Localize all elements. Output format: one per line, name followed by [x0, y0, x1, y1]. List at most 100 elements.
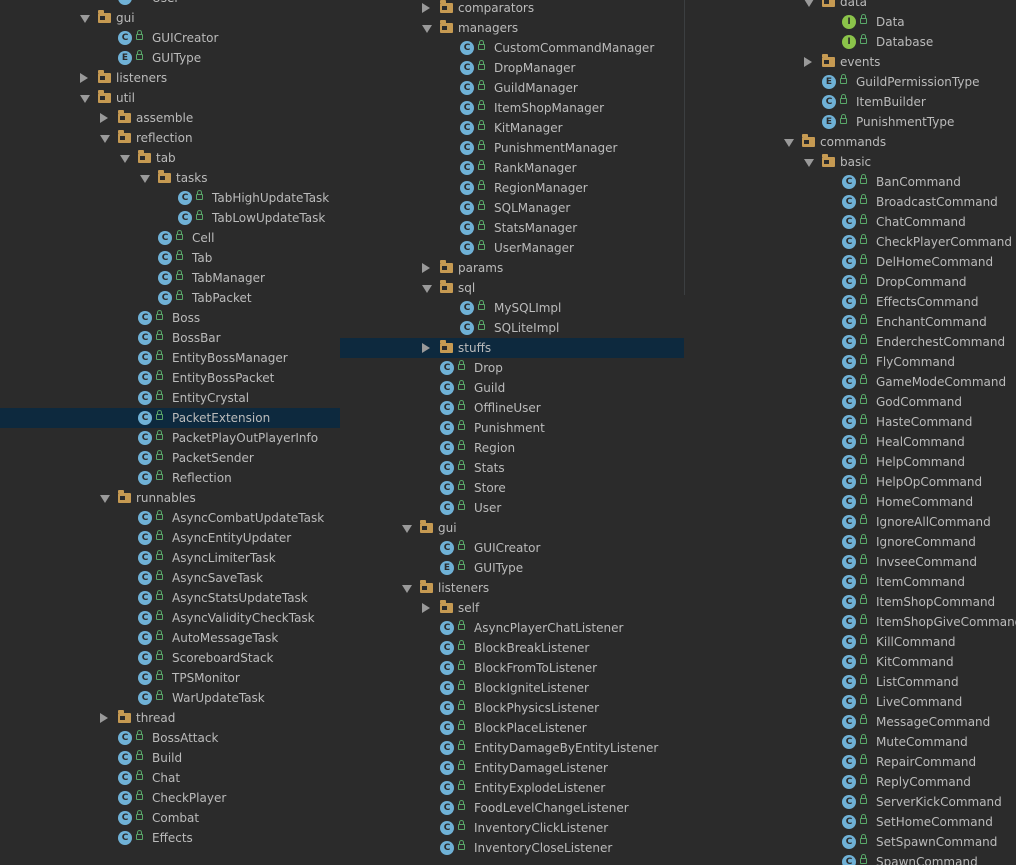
tree-folder-row[interactable]: listeners: [0, 68, 340, 88]
tree-file-row[interactable]: C AsyncPlayerChatListener: [340, 618, 684, 638]
tree-file-row[interactable]: C ItemShopCommand: [684, 592, 1016, 612]
tree-folder-row[interactable]: reflection: [0, 128, 340, 148]
tree-file-row[interactable]: C AsyncValidityCheckTask: [0, 608, 340, 628]
tree-folder-row[interactable]: runnables: [0, 488, 340, 508]
tree-file-row[interactable]: C TabLowUpdateTask: [0, 208, 340, 228]
tree-file-row[interactable]: C User: [340, 498, 684, 518]
chevron-down-icon[interactable]: [120, 155, 130, 163]
tree-file-row[interactable]: C Punishment: [340, 418, 684, 438]
tree-file-row[interactable]: C FoodLevelChangeListener: [340, 798, 684, 818]
tree-file-row[interactable]: C GuildManager: [340, 78, 684, 98]
tree-file-row[interactable]: C ItemCommand: [684, 572, 1016, 592]
tree-file-row[interactable]: C HealCommand: [684, 432, 1016, 452]
tree-file-row[interactable]: C PunishmentManager: [340, 138, 684, 158]
tree-file-row[interactable]: E GUIType: [340, 558, 684, 578]
tree-file-row[interactable]: I Database: [684, 32, 1016, 52]
tree-file-row[interactable]: C BossAttack: [0, 728, 340, 748]
chevron-right-icon[interactable]: [80, 73, 88, 83]
chevron-down-icon[interactable]: [100, 135, 110, 143]
tree-file-row[interactable]: C EffectsCommand: [684, 292, 1016, 312]
tree-file-row[interactable]: C FlyCommand: [684, 352, 1016, 372]
tree-file-row[interactable]: C DropManager: [340, 58, 684, 78]
tree-file-row[interactable]: C ChatCommand: [684, 212, 1016, 232]
tree-file-row[interactable]: C ScoreboardStack: [0, 648, 340, 668]
tree-file-row[interactable]: C BlockFromToListener: [340, 658, 684, 678]
tree-file-row[interactable]: C LiveCommand: [684, 692, 1016, 712]
tree-file-row[interactable]: C AsyncStatsUpdateTask: [0, 588, 340, 608]
tree-file-row[interactable]: C MuteCommand: [684, 732, 1016, 752]
tree-file-row[interactable]: C BlockPlaceListener: [340, 718, 684, 738]
tree-file-row[interactable]: C GUICreator: [0, 28, 340, 48]
tree-file-row[interactable]: C GUICreator: [340, 538, 684, 558]
tree-file-row[interactable]: C Boss: [0, 308, 340, 328]
tree-file-row[interactable]: C AutoMessageTask: [0, 628, 340, 648]
tree-file-row[interactable]: C DropCommand: [684, 272, 1016, 292]
tree-file-row[interactable]: C EntityBossPacket: [0, 368, 340, 388]
tree-file-row[interactable]: C BroadcastCommand: [684, 192, 1016, 212]
tree-file-row[interactable]: C TabPacket: [0, 288, 340, 308]
tree-file-row[interactable]: C TabManager: [0, 268, 340, 288]
tree-file-row[interactable]: C Guild: [340, 378, 684, 398]
chevron-down-icon[interactable]: [80, 95, 90, 103]
tree-folder-row[interactable]: params: [340, 258, 684, 278]
tree-file-row[interactable]: E PunishmentType: [684, 112, 1016, 132]
chevron-right-icon[interactable]: [422, 3, 430, 13]
tree-file-row[interactable]: C SetHomeCommand: [684, 812, 1016, 832]
tree-folder-row[interactable]: thread: [0, 708, 340, 728]
tree-file-row[interactable]: C SQLManager: [340, 198, 684, 218]
chevron-down-icon[interactable]: [402, 585, 412, 593]
chevron-down-icon[interactable]: [422, 25, 432, 33]
tree-file-row[interactable]: I Data: [684, 12, 1016, 32]
chevron-down-icon[interactable]: [804, 0, 814, 7]
tree-file-row[interactable]: C BlockPhysicsListener: [340, 698, 684, 718]
chevron-right-icon[interactable]: [100, 113, 108, 123]
tree-folder-row[interactable]: util: [0, 88, 340, 108]
tree-file-row[interactable]: C RankManager: [340, 158, 684, 178]
tree-file-row[interactable]: C AsyncSaveTask: [0, 568, 340, 588]
tree-file-row[interactable]: C IgnoreCommand: [684, 532, 1016, 552]
tree-file-row[interactable]: C RepairCommand: [684, 752, 1016, 772]
tree-file-row[interactable]: C AsyncCombatUpdateTask: [0, 508, 340, 528]
tree-file-row[interactable]: C SpawnCommand: [684, 852, 1016, 865]
tree-folder-row[interactable]: gui: [0, 8, 340, 28]
chevron-down-icon[interactable]: [402, 525, 412, 533]
tree-file-row[interactable]: C CheckPlayer: [0, 788, 340, 808]
tree-file-row[interactable]: C Effects: [0, 828, 340, 848]
tree-file-row[interactable]: C Drop: [340, 358, 684, 378]
tree-file-row[interactable]: C BlockBreakListener: [340, 638, 684, 658]
tree-folder-row[interactable]: commands: [684, 132, 1016, 152]
tree-file-row[interactable]: C CustomCommandManager: [340, 38, 684, 58]
tree-file-row[interactable]: C User: [0, 0, 340, 8]
tree-file-row[interactable]: C PacketPlayOutPlayerInfo: [0, 428, 340, 448]
tree-file-row[interactable]: E GUIType: [0, 48, 340, 68]
tree-file-row[interactable]: C AsyncEntityUpdater: [0, 528, 340, 548]
tree-folder-row[interactable]: data: [684, 0, 1016, 12]
tree-file-row[interactable]: C HelpOpCommand: [684, 472, 1016, 492]
tree-file-row[interactable]: C HelpCommand: [684, 452, 1016, 472]
chevron-down-icon[interactable]: [100, 495, 110, 503]
tree-folder-row[interactable]: listeners: [340, 578, 684, 598]
tree-file-row[interactable]: C SQLiteImpl: [340, 318, 684, 338]
tree-folder-row[interactable]: tab: [0, 148, 340, 168]
tree-file-row[interactable]: C PacketExtension: [0, 408, 340, 428]
tree-file-row[interactable]: C ItemBuilder: [684, 92, 1016, 112]
tree-file-row[interactable]: C DelHomeCommand: [684, 252, 1016, 272]
tree-file-row[interactable]: C Chat: [0, 768, 340, 788]
chevron-right-icon[interactable]: [100, 713, 108, 723]
tree-file-row[interactable]: C EntityDamageListener: [340, 758, 684, 778]
tree-folder-row[interactable]: managers: [340, 18, 684, 38]
tree-file-row[interactable]: C Build: [0, 748, 340, 768]
tree-file-row[interactable]: C GameModeCommand: [684, 372, 1016, 392]
tree-file-row[interactable]: C KitManager: [340, 118, 684, 138]
tree-file-row[interactable]: C TabHighUpdateTask: [0, 188, 340, 208]
tree-folder-row[interactable]: tasks: [0, 168, 340, 188]
tree-file-row[interactable]: C MessageCommand: [684, 712, 1016, 732]
chevron-down-icon[interactable]: [804, 159, 814, 167]
tree-file-row[interactable]: C InventoryClickListener: [340, 818, 684, 838]
tree-folder-row[interactable]: events: [684, 52, 1016, 72]
tree-file-row[interactable]: C Store: [340, 478, 684, 498]
tree-file-row[interactable]: E GuildPermissionType: [684, 72, 1016, 92]
tree-file-row[interactable]: C RegionManager: [340, 178, 684, 198]
tree-file-row[interactable]: C IgnoreAllCommand: [684, 512, 1016, 532]
tree-file-row[interactable]: C TPSMonitor: [0, 668, 340, 688]
